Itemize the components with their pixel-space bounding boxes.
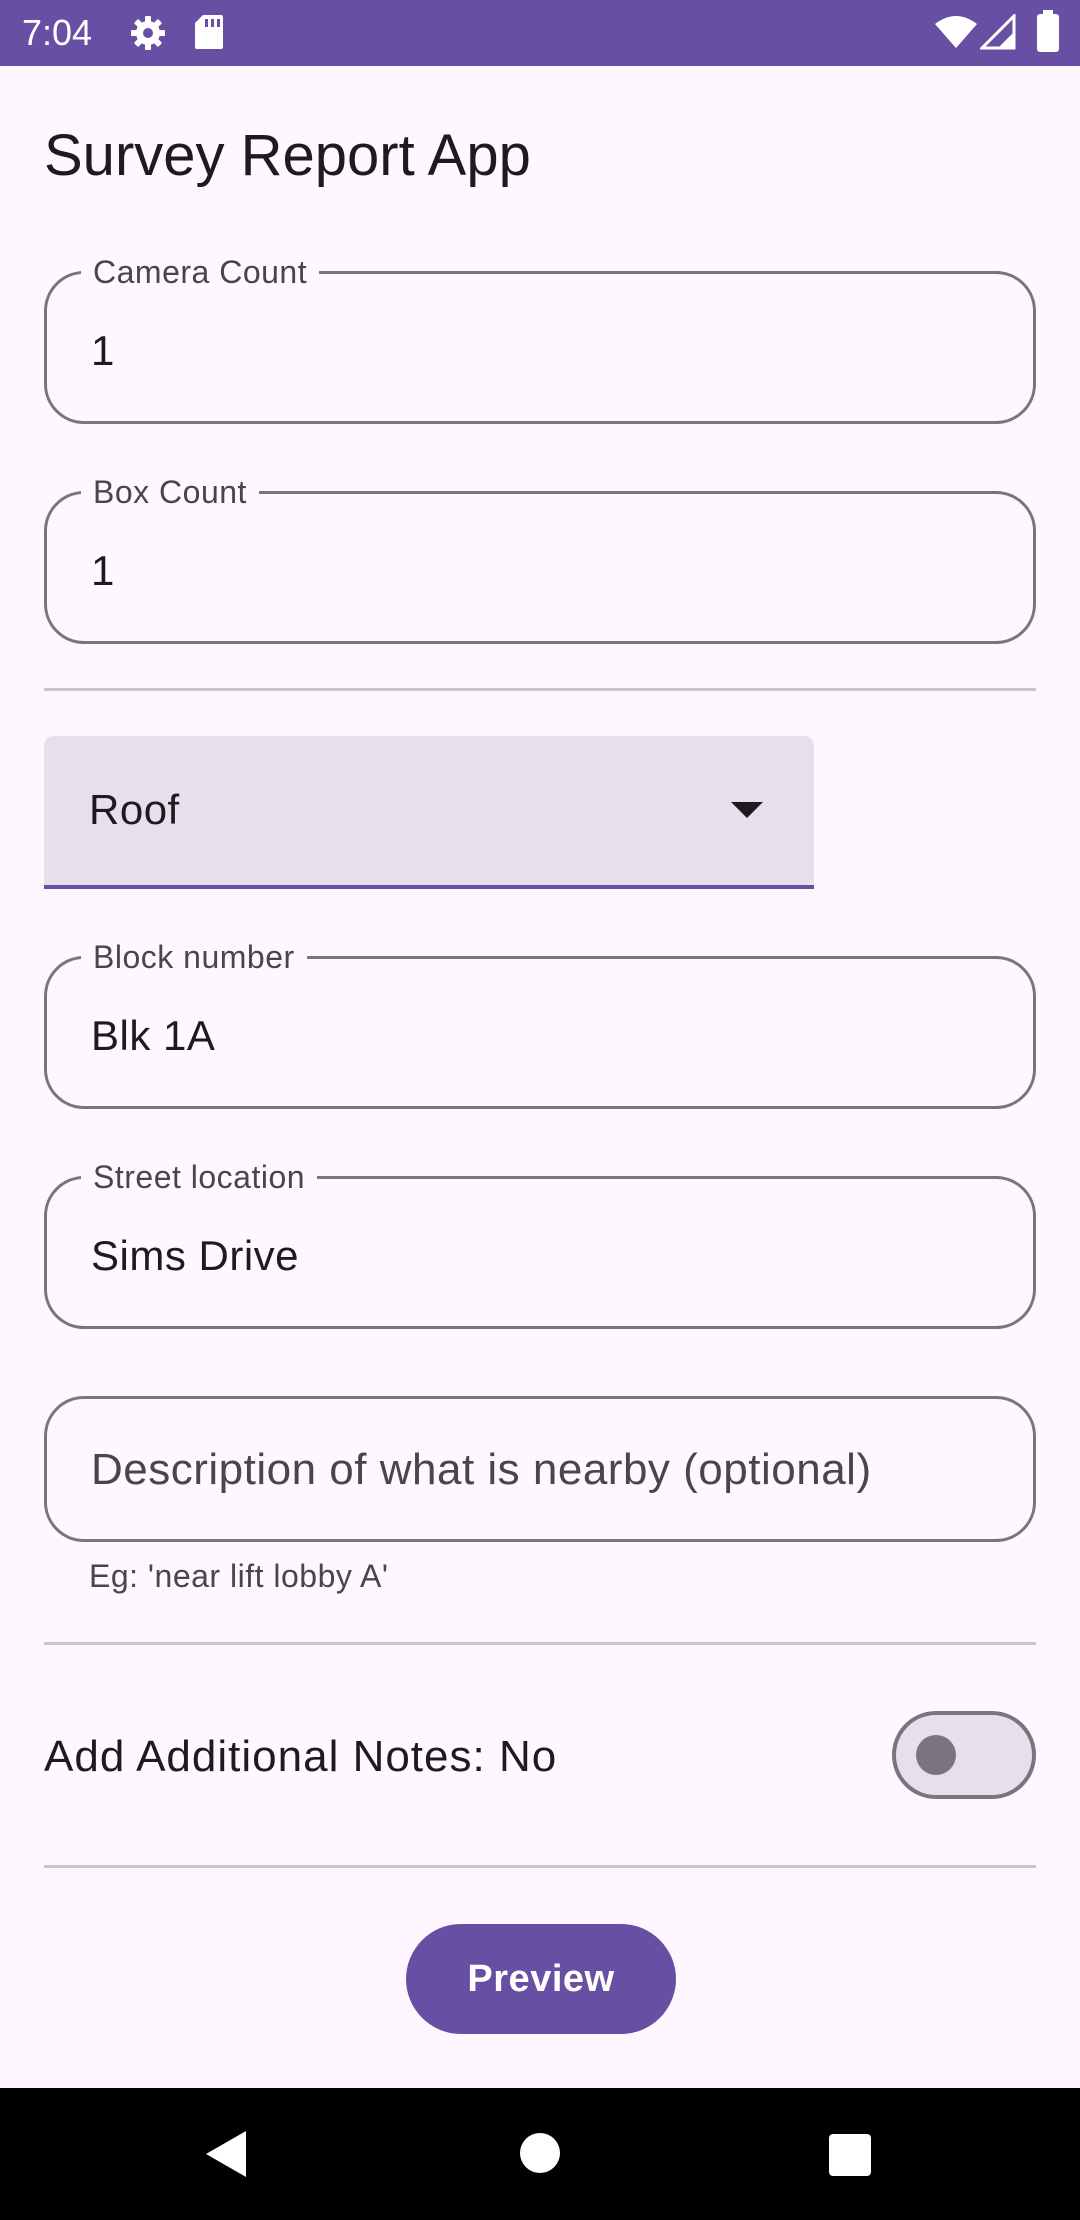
divider xyxy=(44,1642,1036,1645)
description-placeholder: Description of what is nearby (optional) xyxy=(91,1445,872,1494)
location-type-dropdown[interactable]: Roof xyxy=(44,736,814,889)
gear-icon xyxy=(128,13,168,58)
block-number-label: Block number xyxy=(81,937,307,977)
switch-thumb xyxy=(916,1735,956,1775)
description-field[interactable]: Description of what is nearby (optional) xyxy=(44,1396,1036,1542)
street-location-field[interactable]: Street location Sims Drive xyxy=(44,1157,1036,1329)
battery-icon xyxy=(1036,10,1060,57)
description-supporting-text: Eg: 'near lift lobby A' xyxy=(89,1558,389,1594)
location-type-value: Roof xyxy=(89,786,180,833)
box-count-field[interactable]: Box Count 1 xyxy=(44,472,1036,644)
camera-count-label: Camera Count xyxy=(81,252,320,292)
status-time: 7:04 xyxy=(22,12,93,53)
additional-notes-switch[interactable] xyxy=(892,1711,1036,1799)
cellular-signal-icon xyxy=(978,12,1016,55)
box-count-label: Box Count xyxy=(81,472,259,512)
camera-count-field[interactable]: Camera Count 1 xyxy=(44,252,1036,424)
divider xyxy=(44,1865,1036,1868)
status-bar: 7:04 xyxy=(0,0,1080,66)
back-icon[interactable] xyxy=(204,2129,248,2184)
page-title: Survey Report App xyxy=(44,123,531,188)
recents-icon[interactable] xyxy=(829,2134,871,2181)
home-icon[interactable] xyxy=(520,2133,560,2178)
sd-card-icon xyxy=(193,13,225,56)
box-count-value: 1 xyxy=(91,547,115,594)
street-location-label: Street location xyxy=(81,1157,318,1197)
block-number-value: Blk 1A xyxy=(91,1012,216,1059)
street-location-value: Sims Drive xyxy=(91,1232,300,1279)
navigation-bar xyxy=(0,2088,1080,2220)
additional-notes-label: Add Additional Notes: No xyxy=(44,1732,558,1781)
divider xyxy=(44,688,1036,691)
camera-count-value: 1 xyxy=(91,327,115,374)
wifi-icon xyxy=(934,14,978,55)
preview-button[interactable]: Preview xyxy=(406,1924,676,2034)
dropdown-arrow-icon xyxy=(730,801,764,824)
block-number-field[interactable]: Block number Blk 1A xyxy=(44,937,1036,1109)
